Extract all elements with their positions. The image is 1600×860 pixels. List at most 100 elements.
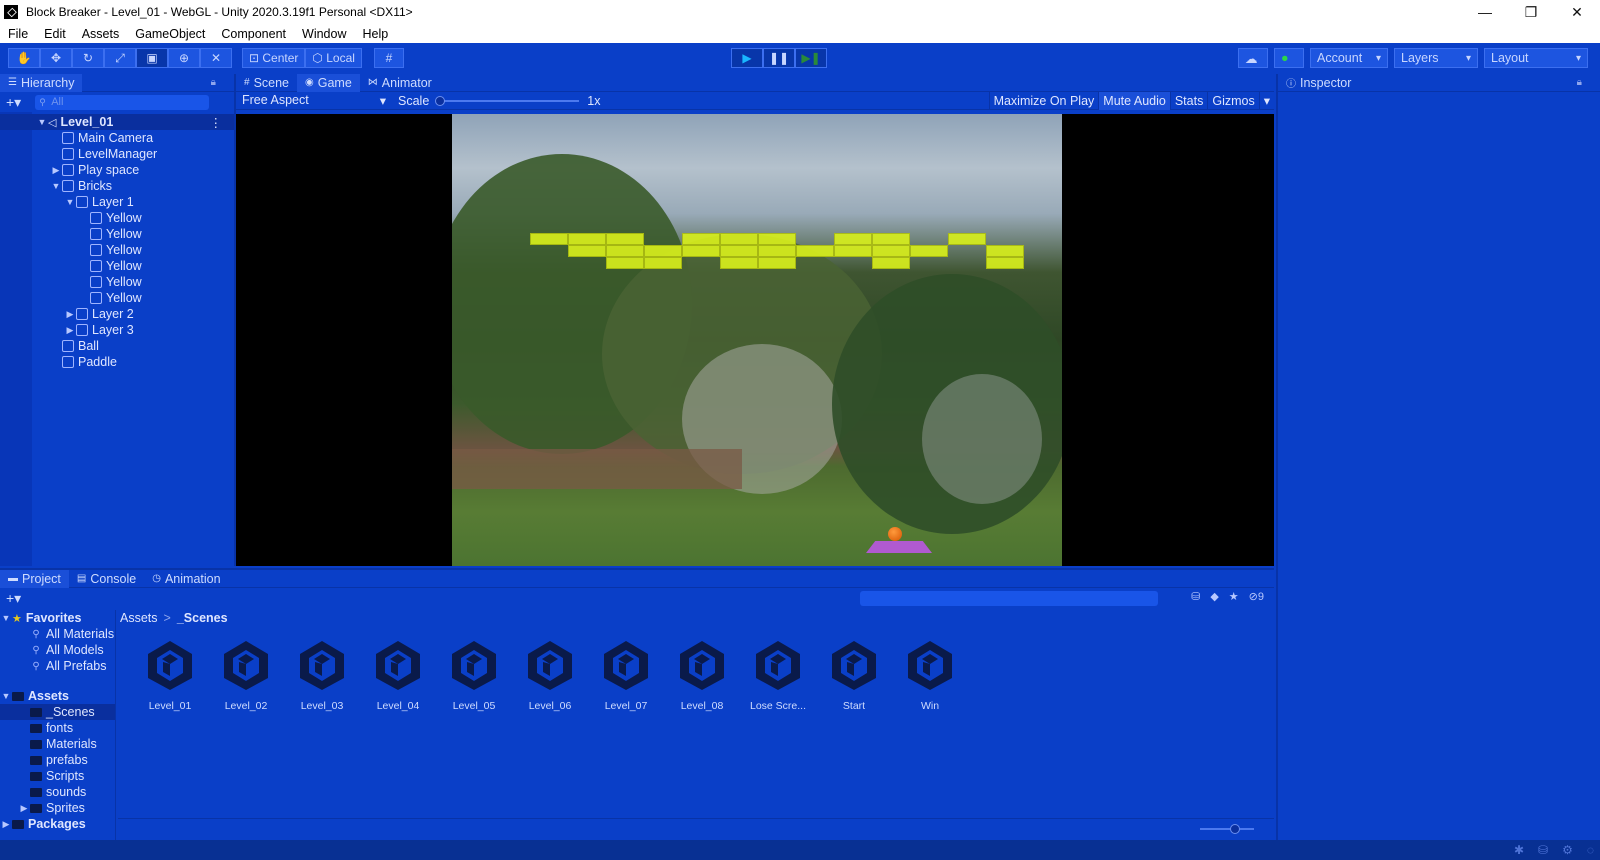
pivot-center-button[interactable]: ⊡ Center (242, 48, 306, 68)
hierarchy-item[interactable]: ▼ Bricks (0, 178, 234, 194)
hierarchy-item[interactable]: Ball (0, 338, 234, 354)
game-screen[interactable] (452, 114, 1062, 566)
tab-game[interactable]: ◉ Game (297, 73, 360, 92)
collapse-arrow-icon[interactable]: ▶ (64, 309, 76, 320)
scale-slider-knob[interactable] (435, 95, 446, 106)
asset-folder-item[interactable]: prefabs (0, 752, 115, 768)
collab-button[interactable]: ☁ (1238, 48, 1268, 68)
menu-window[interactable]: Window (294, 27, 354, 41)
pivot-local-button[interactable]: ⬡ Local (305, 48, 362, 68)
asset-folder-item[interactable]: fonts (0, 720, 115, 736)
debug-icon[interactable]: ✱ (1514, 843, 1524, 857)
hierarchy-item[interactable]: Yellow (0, 226, 234, 242)
filter-label-icon[interactable]: ◆ (1210, 590, 1218, 603)
favorite-star-icon[interactable]: ★ (1229, 590, 1239, 603)
stats-toggle[interactable]: Stats (1169, 91, 1208, 110)
asset-folder-item[interactable]: _Scenes (0, 704, 115, 720)
layers-dropdown[interactable]: Layers (1394, 48, 1478, 68)
favorite-item[interactable]: ⚲ All Prefabs (0, 658, 115, 674)
scene-asset[interactable]: Start (816, 638, 892, 712)
menu-gameobject[interactable]: GameObject (127, 27, 213, 41)
maximize-button[interactable]: ❐ (1508, 0, 1554, 24)
hierarchy-item[interactable]: Yellow (0, 242, 234, 258)
breadcrumb-assets[interactable]: Assets (120, 611, 158, 625)
menu-help[interactable]: Help (354, 27, 396, 41)
icon-size-slider-knob[interactable] (1230, 824, 1240, 834)
favorite-item[interactable]: ⚲ All Models (0, 642, 115, 658)
tab-animator[interactable]: ⋈ Animator (360, 74, 440, 92)
custom-tool-button[interactable]: ✕ (200, 48, 232, 68)
hierarchy-item[interactable]: ▶ Play space (0, 162, 234, 178)
scene-asset[interactable]: Level_06 (512, 638, 588, 712)
assets-root-row[interactable]: ▼ Assets (0, 688, 115, 704)
progress-icon[interactable]: ◌ (1587, 843, 1594, 857)
asset-folder-item[interactable]: sounds (0, 784, 115, 800)
asset-folder-item[interactable]: Materials (0, 736, 115, 752)
services-button[interactable]: ● (1274, 48, 1304, 68)
scene-asset[interactable]: Level_08 (664, 638, 740, 712)
scene-asset[interactable]: Level_07 (588, 638, 664, 712)
menu-file[interactable]: File (0, 27, 36, 41)
asset-folder-item[interactable]: ▶ Sprites (0, 800, 115, 816)
close-button[interactable]: ✕ (1554, 0, 1600, 24)
transform-tool-button[interactable]: ⊕ (168, 48, 200, 68)
hierarchy-item[interactable]: ▶ Layer 3 (0, 322, 234, 338)
favorite-item[interactable]: ⚲ All Materials (0, 626, 115, 642)
aspect-dropdown[interactable]: Free Aspect ▾ (236, 93, 394, 108)
collapse-arrow-icon[interactable]: ▶ (64, 325, 76, 336)
pause-button[interactable]: ❚❚ (763, 48, 795, 68)
scene-asset[interactable]: Level_04 (360, 638, 436, 712)
hidden-packages-button[interactable]: ⊘9 (1249, 590, 1264, 603)
project-create-button[interactable]: +▾ (6, 590, 21, 607)
scale-slider[interactable] (435, 95, 580, 106)
menu-assets[interactable]: Assets (74, 27, 128, 41)
menu-edit[interactable]: Edit (36, 27, 74, 41)
mute-audio-toggle[interactable]: Mute Audio (1098, 91, 1170, 110)
hierarchy-item[interactable]: ▶ Layer 2 (0, 306, 234, 322)
gear-icon[interactable]: ⚙ (1562, 843, 1573, 857)
tab-hierarchy[interactable]: ☰ Hierarchy (0, 73, 83, 92)
tab-project[interactable]: ▬ Project (0, 569, 69, 588)
tab-scene[interactable]: # Scene (236, 74, 297, 92)
hierarchy-item[interactable]: Paddle (0, 354, 234, 370)
account-dropdown[interactable]: Account (1310, 48, 1388, 68)
hierarchy-item[interactable]: Yellow (0, 290, 234, 306)
step-button[interactable]: ▶❚ (795, 48, 827, 68)
scale-tool-button[interactable]: ⤢ (104, 48, 136, 68)
maximize-on-play-toggle[interactable]: Maximize On Play (988, 91, 1099, 110)
asset-folder-item[interactable]: Scripts (0, 768, 115, 784)
icon-size-slider[interactable] (1200, 824, 1254, 834)
tab-console[interactable]: ▤ Console (69, 570, 144, 588)
collapse-arrow-icon[interactable]: ▶ (18, 803, 30, 814)
scene-asset[interactable]: Level_05 (436, 638, 512, 712)
game-viewport[interactable] (236, 114, 1274, 566)
rect-tool-button[interactable]: ▣ (136, 48, 168, 68)
scene-asset[interactable]: Level_02 (208, 638, 284, 712)
expand-arrow-icon[interactable]: ▼ (36, 117, 48, 127)
menu-component[interactable]: Component (213, 27, 294, 41)
lock-icon[interactable]: 🔒︎ (211, 77, 216, 88)
hierarchy-item[interactable]: LevelManager (0, 146, 234, 162)
cache-icon[interactable]: ⛁ (1538, 843, 1548, 857)
rotate-tool-button[interactable]: ↻ (72, 48, 104, 68)
hierarchy-search-input[interactable]: All (35, 94, 210, 110)
create-button[interactable]: +▾ (6, 94, 21, 111)
project-search-input[interactable] (860, 591, 1158, 606)
hierarchy-item[interactable]: Yellow (0, 210, 234, 226)
layout-dropdown[interactable]: Layout (1484, 48, 1588, 68)
minimize-button[interactable]: — (1462, 0, 1508, 24)
gizmos-dropdown[interactable]: ▾ (1258, 91, 1274, 110)
scene-asset[interactable]: Level_01 (132, 638, 208, 712)
hierarchy-item[interactable]: Main Camera (0, 130, 234, 146)
breadcrumb-scenes[interactable]: _Scenes (177, 611, 228, 625)
hierarchy-item[interactable]: Yellow (0, 258, 234, 274)
more-options-icon[interactable]: ⋮ (210, 115, 223, 130)
expand-arrow-icon[interactable]: ▼ (64, 197, 76, 207)
gizmos-toggle[interactable]: Gizmos (1207, 91, 1258, 110)
grid-snap-button[interactable]: # (373, 48, 404, 68)
lock-icon[interactable]: 🔒︎ (1577, 77, 1582, 88)
scene-asset[interactable]: Lose Scre... (740, 638, 816, 712)
tab-animation[interactable]: ◷ Animation (144, 570, 228, 588)
favorites-row[interactable]: ▼ ★ Favorites (0, 610, 115, 626)
collapse-arrow-icon[interactable]: ▶ (50, 165, 62, 176)
